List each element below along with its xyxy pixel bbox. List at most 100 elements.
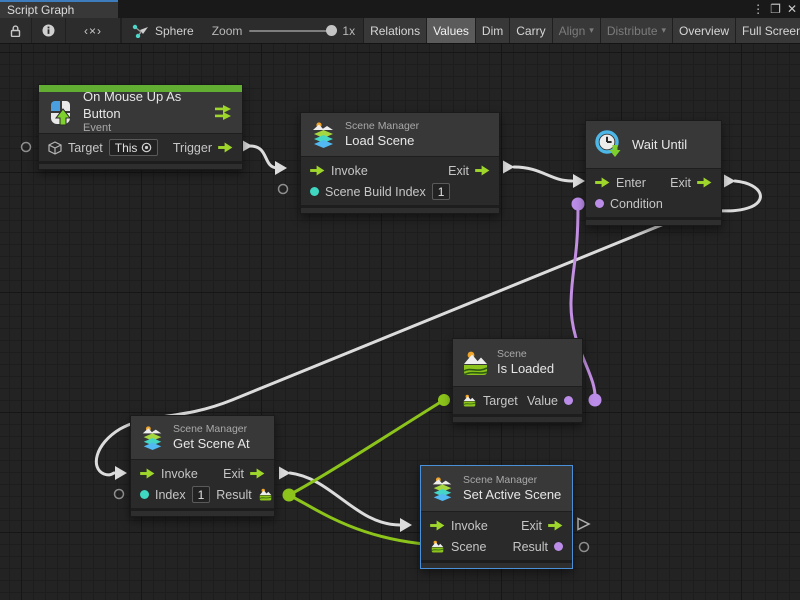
node-title: Wait Until [632,137,687,152]
int-port-dot [310,187,319,196]
info-icon [42,24,55,37]
port-getsceneat-result-out[interactable] [283,489,296,502]
port-loadscene-index-in-empty[interactable] [279,185,288,194]
exit-port-label: Exit [223,467,244,481]
lock-icon [10,25,21,37]
tab-script-graph[interactable]: Script Graph [0,0,118,18]
zoom-value: 1x [342,24,355,38]
graph-selector[interactable]: Sphere [122,18,204,43]
exit-port-label: Exit [448,164,469,178]
menu-distribute[interactable]: Distribute▾ [600,18,672,43]
port-waituntil-enter-in[interactable] [573,174,585,188]
zoom-slider[interactable] [249,30,335,32]
toggle-carry[interactable]: Carry [509,18,551,43]
exit-port-label: Exit [521,519,542,533]
node-on-mouse-up-as-button[interactable]: On Mouse Up As Button Event Target Th [38,84,243,170]
enter-port-label: Enter [616,176,646,190]
node-category: Scene Manager [463,474,561,487]
trigger-port-label: Trigger [173,141,212,155]
node-load-scene[interactable]: Scene Manager Load Scene Invoke Exit Sce… [300,112,500,214]
zoom-slider-knob[interactable] [326,25,337,36]
toggle-overview[interactable]: Overview [672,18,735,43]
toggle-dim[interactable]: Dim [475,18,509,43]
graph-pointer-icon [132,24,149,38]
unity-script-graph-window: Script Graph ⋮ ❐ ✕ ‹×› [0,0,800,600]
toggle-values[interactable]: Values [426,18,475,43]
toggle-relations[interactable]: Relations [363,18,426,43]
flow-arrow-icon [250,468,265,479]
port-getsceneat-invoke-in[interactable] [115,466,127,480]
target-value-field[interactable]: This [109,139,159,156]
scene-result-port-dot [554,542,563,551]
node-wait-until[interactable]: Wait Until Enter Exit Condition [585,120,722,226]
int-port-dot [140,490,149,499]
chevron-down-icon: ▾ [662,25,667,36]
flow-arrow-icon [595,177,610,188]
invoke-port-label: Invoke [451,519,488,533]
scene-build-index-field[interactable]: 1 [432,183,451,200]
port-loadscene-exit-out[interactable] [503,161,515,174]
toolbar-toggles: Relations Values Dim Carry Align▾ Distri… [363,18,800,43]
menu-align[interactable]: Align▾ [552,18,600,43]
node-is-loaded[interactable]: Scene Is Loaded Target Value [452,338,583,423]
node-title: On Mouse Up As Button [83,89,206,122]
port-isloaded-target-in[interactable] [438,394,450,406]
node-footer [453,414,582,422]
port-getsceneat-exit-out[interactable] [279,467,291,480]
port-isloaded-value-out[interactable] [589,394,602,407]
graph-toolbar: ‹×› Sphere Zoom 1x Relations Values Dim … [0,18,800,44]
port-loadscene-invoke-in[interactable] [275,161,287,175]
exit-port-label: Exit [670,176,691,190]
graph-canvas[interactable]: On Mouse Up As Button Event Target Th [0,44,800,600]
target-port-label: Target [68,141,103,155]
flow-arrow-icon [140,468,155,479]
flow-arrow-icon [697,177,712,188]
node-category: Scene [497,348,554,361]
port-waituntil-condition-in[interactable] [572,198,585,211]
wire-getsceneat-to-setactive [290,473,400,525]
index-value-field[interactable]: 1 [192,486,211,503]
node-subtitle: Event [83,122,206,136]
flow-arrow-icon [218,142,233,153]
maximize-icon[interactable]: ❐ [770,2,781,16]
port-setactive-invoke-in[interactable] [400,518,412,532]
code-icon: ‹×› [84,24,102,38]
kebab-menu-icon[interactable]: ⋮ [752,2,764,16]
toggle-full-screen[interactable]: Full Screen [735,18,800,43]
flow-arrow-icon [548,520,563,531]
node-footer [301,205,499,213]
port-mouseup-target-in-empty[interactable] [22,143,31,152]
port-setactive-result-out-empty[interactable] [580,543,589,552]
info-button[interactable] [32,18,66,43]
target-port-label: Target [483,394,518,408]
node-footer [39,161,242,169]
invoke-port-label: Invoke [331,164,368,178]
scene-mini-icon [462,394,477,407]
node-category: Scene Manager [345,120,419,133]
bool-port-dot [564,396,573,405]
node-set-active-scene[interactable]: Scene Manager Set Active Scene Invoke Ex… [420,465,573,569]
close-icon[interactable]: ✕ [787,2,797,16]
chevron-down-icon: ▾ [589,25,594,36]
lock-button[interactable] [0,18,32,43]
tab-title: Script Graph [7,3,74,17]
node-title: Load Scene [345,133,419,149]
result-port-label: Result [513,540,548,554]
port-setactive-exit-out-empty[interactable] [578,519,589,530]
object-picker-icon[interactable] [141,142,152,153]
bool-port-dot [595,199,604,208]
port-getsceneat-index-in-empty[interactable] [115,490,124,499]
index-port-label: Index [155,488,186,502]
flow-arrow-icon [475,165,490,176]
flow-arrow-icon [430,520,445,531]
scene-mini-icon [258,488,273,501]
wire-loadscene-to-waituntil [514,167,572,181]
port-waituntil-exit-out[interactable] [724,175,736,188]
scene-icon [462,350,489,376]
node-get-scene-at[interactable]: Scene Manager Get Scene At Invoke Exit I… [130,415,275,517]
edit-script-button[interactable]: ‹×› [66,18,121,43]
node-footer [586,217,721,225]
value-port-label: Value [527,394,558,408]
zoom-control: Zoom 1x [204,18,363,43]
invoke-port-label: Invoke [161,467,198,481]
